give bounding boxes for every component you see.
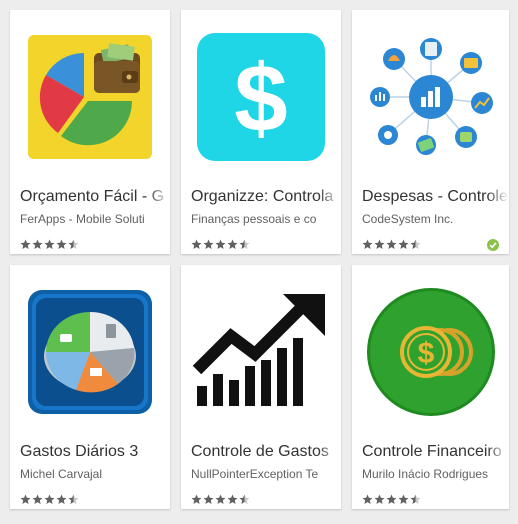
app-card[interactable]: $ Organizze: Controla Finanças pessoais … bbox=[181, 10, 341, 254]
star-icon bbox=[56, 494, 67, 504]
star-icon bbox=[20, 239, 31, 249]
app-developer[interactable]: CodeSystem Inc. bbox=[362, 211, 509, 227]
app-developer[interactable]: Michel Carvajal bbox=[20, 466, 170, 482]
star-icon bbox=[374, 239, 385, 249]
star-icon bbox=[398, 239, 409, 249]
app-developer[interactable]: Finanças pessoais e co bbox=[191, 211, 341, 227]
star-rating bbox=[362, 493, 421, 505]
coins-icon: $ bbox=[352, 277, 509, 427]
star-icon bbox=[410, 494, 421, 504]
app-developer[interactable]: FerApps - Mobile Soluti bbox=[20, 211, 170, 227]
star-icon bbox=[215, 494, 226, 504]
star-icon bbox=[239, 239, 250, 249]
star-icon bbox=[362, 494, 373, 504]
star-icon bbox=[374, 494, 385, 504]
star-icon bbox=[68, 239, 79, 249]
star-icon bbox=[410, 239, 421, 249]
expense-pie-icon bbox=[10, 277, 170, 427]
star-icon bbox=[191, 239, 202, 249]
star-rating bbox=[191, 493, 250, 505]
star-icon bbox=[191, 494, 202, 504]
dollar-sign-icon: $ bbox=[181, 22, 341, 172]
star-icon bbox=[20, 494, 31, 504]
app-title[interactable]: Controle de Gastos bbox=[191, 442, 341, 462]
star-icon bbox=[362, 239, 373, 249]
star-icon bbox=[68, 494, 79, 504]
star-icon bbox=[32, 494, 43, 504]
star-icon bbox=[203, 494, 214, 504]
app-title[interactable]: Orçamento Fácil - G bbox=[20, 187, 170, 207]
star-icon bbox=[215, 239, 226, 249]
star-rating bbox=[20, 238, 79, 250]
svg-text:$: $ bbox=[234, 45, 287, 152]
star-icon bbox=[44, 239, 55, 249]
verified-check-icon bbox=[487, 239, 499, 251]
star-icon bbox=[239, 494, 250, 504]
star-icon bbox=[56, 239, 67, 249]
star-icon bbox=[203, 239, 214, 249]
app-developer[interactable]: Murilo Inácio Rodrigues bbox=[362, 466, 509, 482]
star-icon bbox=[227, 494, 238, 504]
star-icon bbox=[386, 239, 397, 249]
growth-chart-icon bbox=[181, 277, 341, 427]
star-rating bbox=[20, 493, 79, 505]
star-icon bbox=[227, 239, 238, 249]
app-developer[interactable]: NullPointerException Te bbox=[191, 466, 341, 482]
svg-text:$: $ bbox=[417, 337, 434, 370]
star-rating bbox=[362, 238, 421, 250]
app-title[interactable]: Controle Financeiro bbox=[362, 442, 509, 462]
app-title[interactable]: Despesas - Controle bbox=[362, 187, 509, 207]
star-icon bbox=[32, 239, 43, 249]
star-icon bbox=[386, 494, 397, 504]
app-card[interactable]: Despesas - Controle CodeSystem Inc. bbox=[352, 10, 509, 254]
app-title[interactable]: Gastos Diários 3 bbox=[20, 442, 170, 462]
star-icon bbox=[398, 494, 409, 504]
app-card[interactable]: Gastos Diários 3 Michel Carvajal bbox=[10, 265, 170, 509]
star-rating bbox=[191, 238, 250, 250]
star-icon bbox=[44, 494, 55, 504]
finance-hub-icon bbox=[352, 22, 509, 172]
app-card[interactable]: $ Controle Financeiro Murilo Inácio Rodr… bbox=[352, 265, 509, 509]
app-grid: Orçamento Fácil - G FerApps - Mobile Sol… bbox=[0, 0, 518, 524]
pie-wallet-icon bbox=[10, 22, 170, 172]
app-card[interactable]: Orçamento Fácil - G FerApps - Mobile Sol… bbox=[10, 10, 170, 254]
app-card[interactable]: Controle de Gastos NullPointerException … bbox=[181, 265, 341, 509]
app-title[interactable]: Organizze: Controla bbox=[191, 187, 341, 207]
